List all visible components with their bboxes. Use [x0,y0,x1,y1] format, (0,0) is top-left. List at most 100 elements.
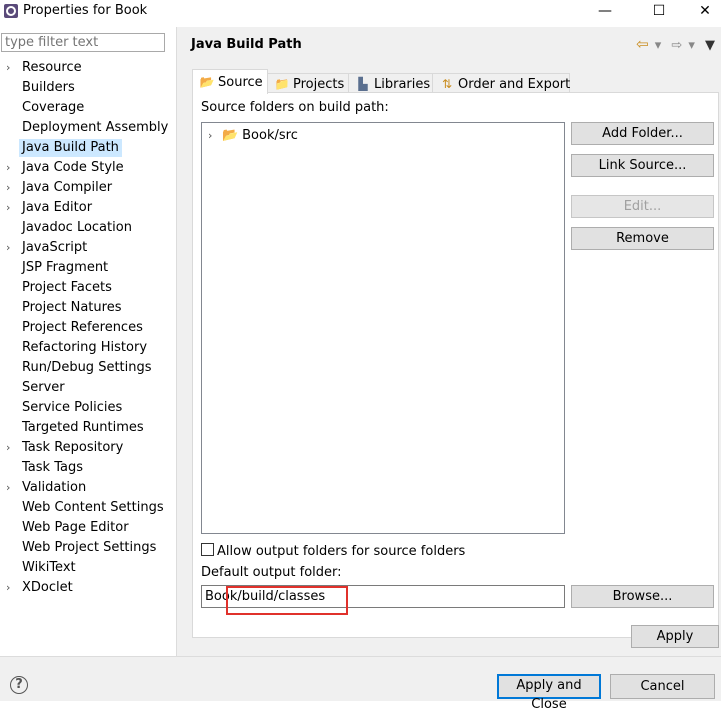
expand-chevron-icon[interactable]: › [6,198,16,218]
tab-order-export-label: Order and Export [458,77,571,92]
tab-order-export[interactable]: ⇅ Order and Export [432,73,570,94]
tree-item[interactable]: Javadoc Location [0,218,176,238]
tree-item[interactable]: Targeted Runtimes [0,418,176,438]
page-title: Java Build Path [191,37,302,52]
tree-item[interactable]: Project Facets [0,278,176,298]
tree-item[interactable]: Builders [0,78,176,98]
tree-item[interactable]: Java Build Path [0,138,176,158]
remove-button[interactable]: Remove [571,227,714,250]
tree-item-label: Server [22,380,65,395]
minimize-button[interactable]: — [582,0,628,22]
tree-item[interactable]: Web Content Settings [0,498,176,518]
close-button[interactable]: ✕ [682,0,721,22]
expand-chevron-icon[interactable]: › [208,127,222,145]
source-folders-list[interactable]: › 📂 Book/src [201,122,565,534]
add-folder-button[interactable]: Add Folder... [571,122,714,145]
tree-item[interactable]: › Validation [0,478,176,498]
tree-item[interactable]: › Java Compiler [0,178,176,198]
tree-item-label: Builders [22,80,75,95]
expand-chevron-icon[interactable]: › [6,158,16,178]
default-output-folder-field[interactable]: Book/build/classes [201,585,565,608]
tree-item-label: Javadoc Location [22,220,132,235]
allow-output-folders-checkbox[interactable]: Allow output folders for source folders [201,543,465,559]
tree-item-label: Web Content Settings [22,500,164,515]
tree-item[interactable]: › Java Editor [0,198,176,218]
edit-button[interactable]: Edit... [571,195,714,218]
tree-item-label: Resource [22,60,82,75]
expand-chevron-icon[interactable]: › [6,478,16,498]
forward-menu-chevron-icon[interactable]: ▾ [688,38,695,53]
tree-item[interactable]: WikiText [0,558,176,578]
tree-item[interactable]: Refactoring History [0,338,176,358]
tree-item[interactable]: › XDoclet [0,578,176,598]
tree-item-label: Targeted Runtimes [22,420,144,435]
dialog-footer: ? Apply and Close Cancel [0,657,721,712]
page-panel: Java Build Path ⇦ ▾ ⇨ ▾ ▼ 📂 Source 📁 Project… [177,27,721,657]
tree-item-label: Deployment Assembly [22,120,169,135]
tree-item-label: Coverage [22,100,85,115]
tree-item-label: XDoclet [22,580,73,595]
preferences-nav-panel: › Resource Builders Coverage Deployment Asse… [0,27,177,657]
apply-and-close-button[interactable]: Apply and Close [497,674,601,712]
tree-item[interactable]: Project Natures [0,298,176,318]
tree-item[interactable]: Deployment Assembly [0,118,176,138]
tree-item[interactable]: Server [0,378,176,398]
libraries-icon: ▙ [358,77,368,91]
allow-output-folders-label: Allow output folders for source folders [217,544,466,559]
tree-item[interactable]: Run/Debug Settings [0,358,176,378]
tree-item-label: Project Facets [22,280,112,295]
apply-button[interactable]: Apply [631,625,719,648]
source-tab-content: Source folders on build path: › 📂 Book/sr… [192,92,719,638]
tree-item[interactable]: JSP Fragment [0,258,176,278]
back-menu-chevron-icon[interactable]: ▾ [655,38,662,53]
tab-source-label: Source [218,75,263,90]
window-title: Properties for Book [23,3,148,18]
tab-projects-label: Projects [293,77,345,92]
checkbox-box[interactable] [201,543,214,556]
tree-item[interactable]: › JavaScript [0,238,176,258]
tree-item-label: Java Editor [22,200,93,215]
tab-projects[interactable]: 📁 Projects [267,73,353,94]
tree-item[interactable]: › Resource [0,58,176,78]
tree-item[interactable]: Web Page Editor [0,518,176,538]
filter-input[interactable] [1,33,165,52]
tree-item[interactable]: › Task Repository [0,438,176,458]
tree-item[interactable]: Project References [0,318,176,338]
source-folder-name: Book/src [242,128,298,143]
expand-chevron-icon[interactable]: › [6,578,16,598]
source-folders-label: Source folders on build path: [201,100,389,115]
tree-item[interactable]: Coverage [0,98,176,118]
title-bar: Properties for Book — ☐ ✕ [0,0,721,22]
page-nav-buttons: ⇦ ▾ ⇨ ▾ ▼ [630,35,715,53]
tree-item-label: Task Repository [22,440,124,455]
cancel-button[interactable]: Cancel [610,674,715,699]
back-arrow-icon[interactable]: ⇦ [636,35,649,53]
tree-item-label: Task Tags [22,460,83,475]
tree-item-label: Web Page Editor [22,520,129,535]
view-menu-icon[interactable]: ▼ [705,38,715,53]
list-item[interactable]: › 📂 Book/src [208,127,298,145]
expand-chevron-icon[interactable]: › [6,238,16,258]
tree-item[interactable]: › Java Code Style [0,158,176,178]
forward-arrow-icon[interactable]: ⇨ [671,38,682,53]
expand-chevron-icon[interactable]: › [6,58,16,78]
expand-chevron-icon[interactable]: › [6,438,16,458]
link-source-button[interactable]: Link Source... [571,154,714,177]
tab-libraries[interactable]: ▙ Libraries [348,73,442,94]
projects-icon: 📁 [274,77,290,91]
tree-item-label: JavaScript [22,240,88,255]
source-folder-icon: 📂 [199,75,215,89]
default-output-folder-label: Default output folder: [201,565,342,580]
tree-item[interactable]: Service Policies [0,398,176,418]
expand-chevron-icon[interactable]: › [6,178,16,198]
preferences-tree: › Resource Builders Coverage Deployment Asse… [0,58,176,598]
tree-item-label: Refactoring History [22,340,148,355]
tree-item[interactable]: Task Tags [0,458,176,478]
tree-item-label: Project References [22,320,143,335]
tree-item[interactable]: Web Project Settings [0,538,176,558]
tab-source[interactable]: 📂 Source [192,69,268,94]
help-icon[interactable]: ? [10,676,28,694]
maximize-button[interactable]: ☐ [636,0,682,22]
eclipse-properties-icon [4,4,18,18]
browse-button[interactable]: Browse... [571,585,714,608]
